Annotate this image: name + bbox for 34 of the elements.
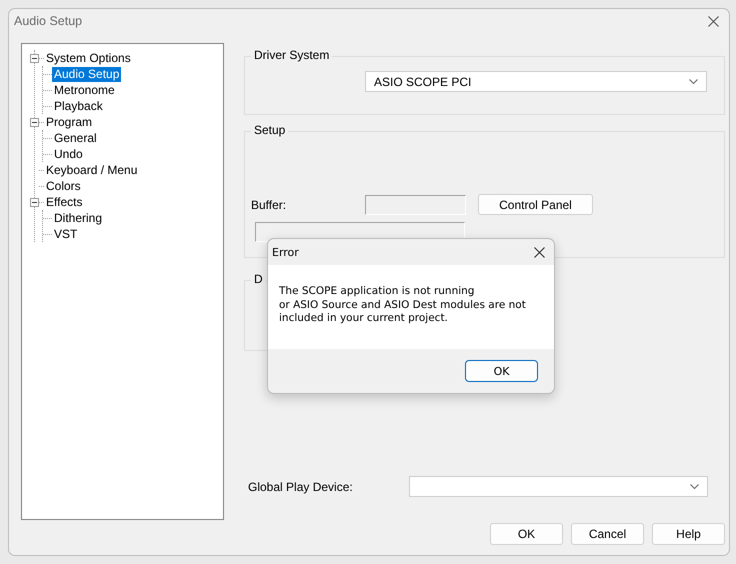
ok-button[interactable]: OK bbox=[465, 360, 538, 382]
global-play-device-label: Global Play Device: bbox=[248, 480, 353, 494]
tree-item[interactable]: General bbox=[52, 130, 99, 146]
group-title: Driver System bbox=[251, 48, 332, 62]
tree-item[interactable]: VST bbox=[52, 226, 80, 242]
collapse-icon[interactable] bbox=[30, 54, 39, 62]
group-title: Setup bbox=[251, 123, 288, 137]
tree-item[interactable]: Undo bbox=[52, 146, 85, 162]
tree-item[interactable]: Keyboard / Menu bbox=[44, 162, 140, 178]
close-icon[interactable] bbox=[534, 246, 545, 258]
buffer-field[interactable] bbox=[365, 194, 466, 214]
ok-button[interactable]: OK bbox=[490, 523, 563, 545]
tree-item[interactable]: Playback bbox=[52, 98, 105, 114]
tree-item[interactable]: Program bbox=[44, 114, 94, 130]
tree-item[interactable]: System Options bbox=[44, 50, 133, 66]
control-panel-button[interactable]: Control Panel bbox=[478, 194, 593, 215]
tree-item[interactable]: Colors bbox=[44, 178, 83, 194]
chevron-down-icon bbox=[689, 79, 698, 84]
close-icon[interactable] bbox=[708, 16, 719, 26]
collapse-icon[interactable] bbox=[30, 118, 39, 126]
chevron-down-icon bbox=[690, 484, 699, 489]
group-title: D bbox=[251, 272, 266, 286]
cancel-button[interactable]: Cancel bbox=[571, 523, 644, 545]
tree-item[interactable]: Audio Setup bbox=[52, 66, 122, 82]
error-message: The SCOPE application is not running or ASIO Source and ASIO Dest modules are not included in your current project. bbox=[279, 285, 527, 326]
tree-item[interactable]: Dithering bbox=[52, 210, 104, 226]
driver-dropdown[interactable]: ASIO SCOPE PCI bbox=[365, 71, 707, 92]
collapse-icon[interactable] bbox=[30, 198, 39, 206]
buffer-label: Buffer: bbox=[251, 198, 288, 212]
dialog-title: Error bbox=[272, 246, 299, 258]
tree-item[interactable]: Metronome bbox=[52, 82, 117, 98]
help-button[interactable]: Help bbox=[652, 523, 725, 545]
tree-item[interactable]: Effects bbox=[44, 194, 84, 210]
window-title: Audio Setup bbox=[14, 14, 82, 28]
